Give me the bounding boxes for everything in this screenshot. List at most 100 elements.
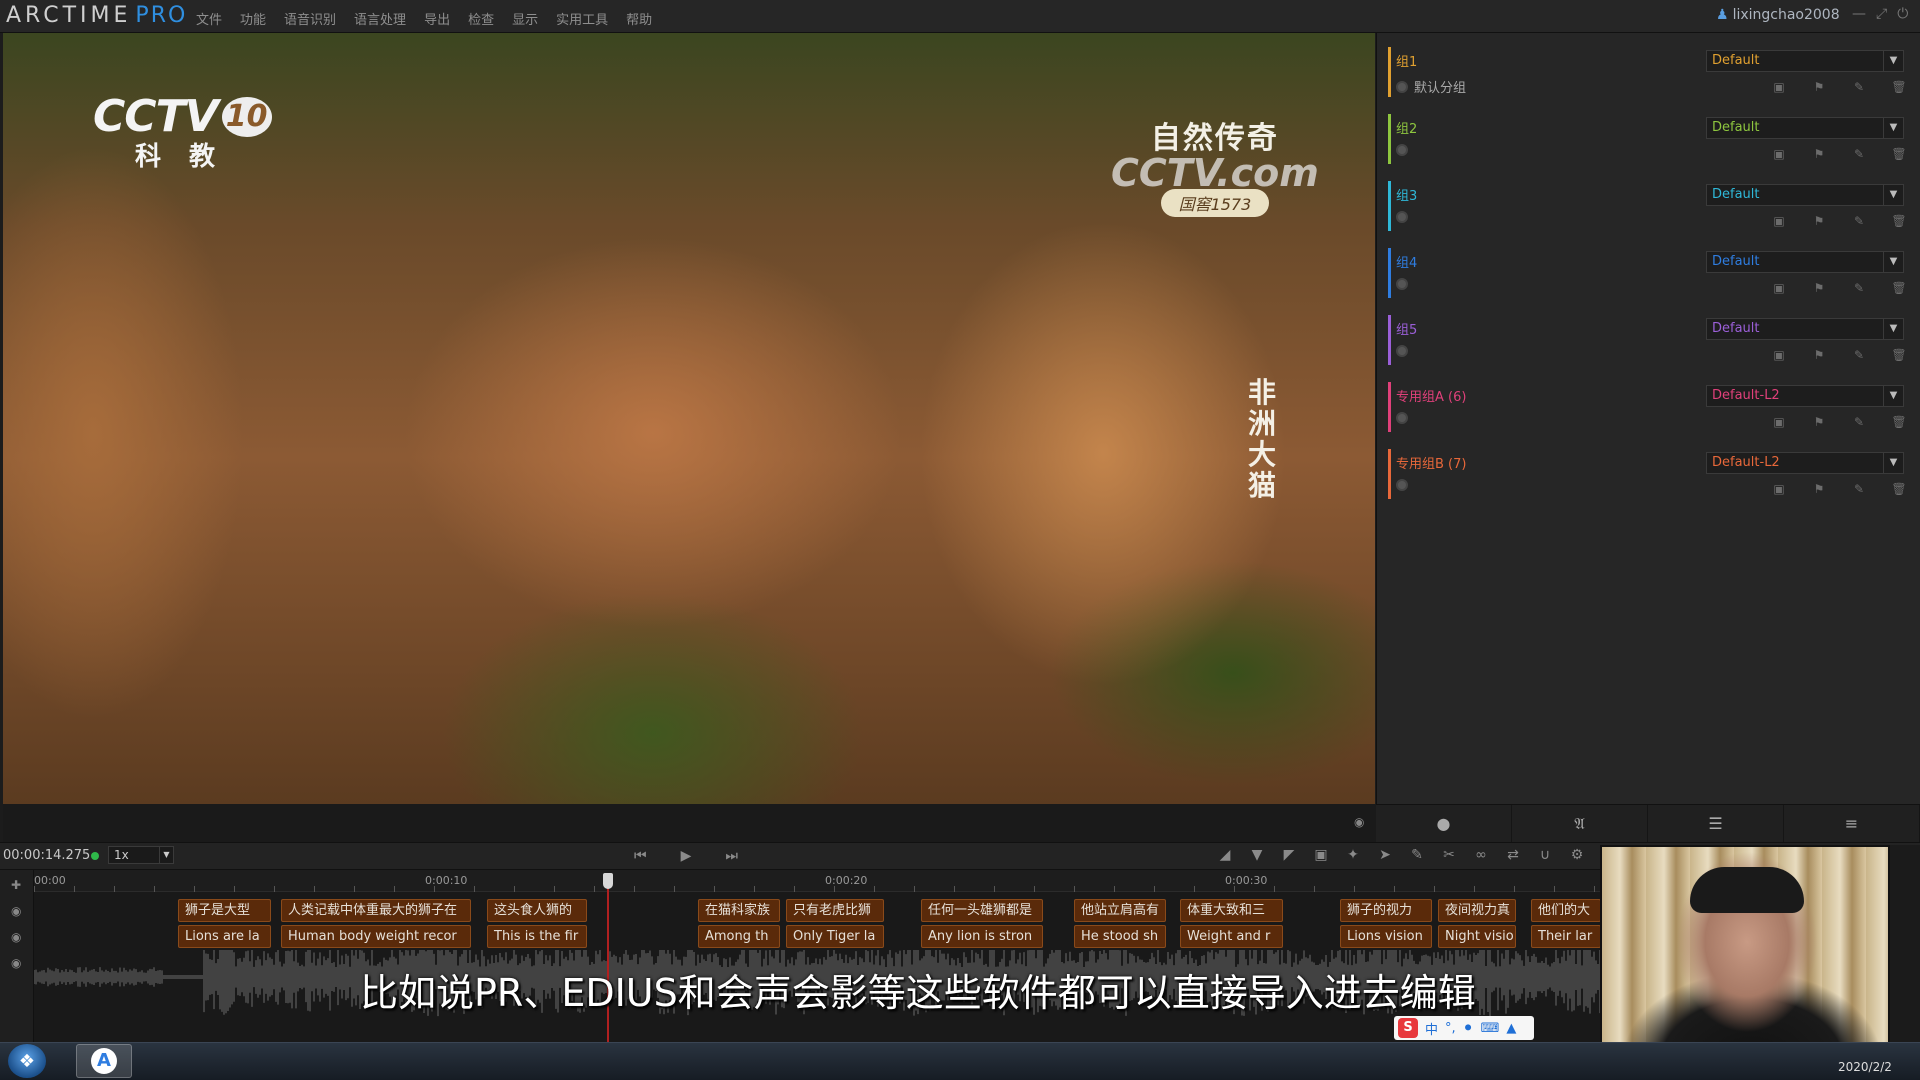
flag-icon[interactable]: ⚑ bbox=[1811, 348, 1827, 362]
mark-in-icon[interactable]: ◢ bbox=[1216, 847, 1234, 863]
group-default-option[interactable] bbox=[1396, 345, 1414, 357]
skip-back-icon[interactable]: ⏮ bbox=[634, 848, 647, 864]
subtitle-clip[interactable]: Any lion is stron bbox=[921, 925, 1043, 948]
frame-icon[interactable]: ▣ bbox=[1771, 348, 1787, 362]
subtitle-clip[interactable]: He stood sh bbox=[1074, 925, 1166, 948]
video-preview[interactable]: CCTV 10 科教 自然传奇 CCTV.com 国窖1573 非洲大猫 bbox=[3, 33, 1375, 804]
trash-icon[interactable]: 🗑 bbox=[1891, 80, 1907, 94]
edit-icon[interactable]: ✎ bbox=[1408, 847, 1426, 863]
subtitle-clip[interactable]: Lions vision bbox=[1340, 925, 1432, 948]
taskbar-arctime-app[interactable]: A bbox=[76, 1044, 132, 1078]
subtitle-clip[interactable]: Weight and r bbox=[1180, 925, 1283, 948]
user-account[interactable]: ♟ lixingchao2008 bbox=[1716, 7, 1840, 23]
playhead-handle[interactable] bbox=[603, 873, 613, 889]
group-style-select[interactable]: Default ▼ bbox=[1706, 50, 1904, 72]
trash-icon[interactable]: 🗑 bbox=[1891, 214, 1907, 228]
group-name[interactable]: 组3 bbox=[1396, 185, 1417, 204]
eraser-icon[interactable]: ✎ bbox=[1851, 214, 1867, 228]
menu-item-language-processing[interactable]: 语言处理 bbox=[354, 9, 406, 28]
playback-speed-select[interactable]: 1x ▼ bbox=[108, 846, 174, 864]
play-icon[interactable]: ▶ bbox=[681, 848, 692, 864]
radio-icon[interactable] bbox=[1396, 278, 1408, 290]
group-style-select[interactable]: Default-L2 ▼ bbox=[1706, 385, 1904, 407]
menu-item-display[interactable]: 显示 bbox=[512, 9, 538, 28]
flag-icon[interactable]: ⚑ bbox=[1811, 482, 1827, 496]
trash-icon[interactable]: 🗑 bbox=[1891, 147, 1907, 161]
ime-toolbar[interactable]: S 中 °, ⚫ ⌨ ▲ bbox=[1394, 1016, 1534, 1040]
group-style-select[interactable]: Default ▼ bbox=[1706, 318, 1904, 340]
flag-icon[interactable]: ⚑ bbox=[1811, 415, 1827, 429]
trash-icon[interactable]: 🗑 bbox=[1891, 415, 1907, 429]
swap-icon[interactable]: ⇄ bbox=[1504, 847, 1522, 863]
tab-list[interactable]: ☰ bbox=[1648, 805, 1784, 842]
menu-item-help[interactable]: 帮助 bbox=[626, 9, 652, 28]
camera-icon[interactable]: ▣ bbox=[1312, 847, 1330, 863]
radio-icon[interactable] bbox=[1396, 412, 1408, 424]
playhead[interactable] bbox=[607, 873, 609, 1043]
subtitle-clip[interactable]: 他站立肩高有 bbox=[1074, 899, 1166, 922]
eye-icon[interactable]: ◉ bbox=[1354, 815, 1364, 829]
mark-out-icon[interactable]: ◤ bbox=[1280, 847, 1298, 863]
radio-icon[interactable] bbox=[1396, 479, 1408, 491]
flag-icon[interactable]: ⚑ bbox=[1811, 147, 1827, 161]
subtitle-clip[interactable]: Their lar bbox=[1531, 925, 1601, 948]
power-icon[interactable]: ⏻ bbox=[1897, 6, 1908, 22]
eraser-icon[interactable]: ✎ bbox=[1851, 80, 1867, 94]
subtitle-clip[interactable]: Only Tiger la bbox=[786, 925, 884, 948]
track-1-eye-icon[interactable]: ◉ bbox=[11, 904, 21, 918]
group-style-select[interactable]: Default-L2 ▼ bbox=[1706, 452, 1904, 474]
flag-icon[interactable]: ⚑ bbox=[1811, 214, 1827, 228]
subtitle-clip[interactable]: Among th bbox=[698, 925, 780, 948]
menu-item-function[interactable]: 功能 bbox=[240, 9, 266, 28]
group-default-option[interactable] bbox=[1396, 278, 1414, 290]
group-default-option[interactable]: 默认分组 bbox=[1396, 77, 1466, 96]
link-icon[interactable]: ∞ bbox=[1472, 847, 1490, 863]
radio-icon[interactable] bbox=[1396, 144, 1408, 156]
menu-item-export[interactable]: 导出 bbox=[424, 9, 450, 28]
subtitle-clip[interactable]: Human body weight recor bbox=[281, 925, 471, 948]
eraser-icon[interactable]: ✎ bbox=[1851, 147, 1867, 161]
group-default-option[interactable] bbox=[1396, 412, 1414, 424]
menu-item-speech-recognition[interactable]: 语音识别 bbox=[284, 9, 336, 28]
wand-icon[interactable]: ✦ bbox=[1344, 847, 1362, 863]
eraser-icon[interactable]: ✎ bbox=[1851, 482, 1867, 496]
flag-icon[interactable]: ⚑ bbox=[1811, 80, 1827, 94]
group-style-select[interactable]: Default ▼ bbox=[1706, 251, 1904, 273]
tab-comments[interactable]: ● bbox=[1376, 805, 1512, 842]
group-name[interactable]: 专用组B (7) bbox=[1396, 453, 1466, 472]
add-track-icon[interactable]: ✚ bbox=[11, 878, 21, 892]
trash-icon[interactable]: 🗑 bbox=[1891, 281, 1907, 295]
trash-icon[interactable]: 🗑 bbox=[1891, 482, 1907, 496]
menu-item-utilities[interactable]: 实用工具 bbox=[556, 9, 608, 28]
frame-icon[interactable]: ▣ bbox=[1771, 281, 1787, 295]
menu-item-file[interactable]: 文件 bbox=[196, 9, 222, 28]
tab-styles[interactable]: 𝔄 bbox=[1512, 805, 1648, 842]
scissors-icon[interactable]: ✂ bbox=[1440, 847, 1458, 863]
subtitle-clip[interactable]: 他们的大 bbox=[1531, 899, 1601, 922]
group-default-option[interactable] bbox=[1396, 211, 1414, 223]
maximize-icon[interactable]: ⤢ bbox=[1876, 6, 1887, 22]
radio-icon[interactable] bbox=[1396, 345, 1408, 357]
group-default-option[interactable] bbox=[1396, 144, 1414, 156]
group-style-select[interactable]: Default ▼ bbox=[1706, 117, 1904, 139]
group-default-option[interactable] bbox=[1396, 479, 1414, 491]
frame-icon[interactable]: ▣ bbox=[1771, 482, 1787, 496]
group-name[interactable]: 专用组A (6) bbox=[1396, 386, 1466, 405]
flag-icon[interactable]: ⚑ bbox=[1811, 281, 1827, 295]
trash-icon[interactable]: 🗑 bbox=[1891, 348, 1907, 362]
radio-icon[interactable] bbox=[1396, 211, 1408, 223]
marker-down-icon[interactable]: ▼ bbox=[1248, 847, 1266, 863]
frame-icon[interactable]: ▣ bbox=[1771, 80, 1787, 94]
skip-forward-icon[interactable]: ⏭ bbox=[725, 848, 738, 864]
subtitle-clip[interactable]: 体重大致和三 bbox=[1180, 899, 1283, 922]
subtitle-clip[interactable]: 这头食人狮的 bbox=[487, 899, 587, 922]
minimize-icon[interactable]: — bbox=[1852, 6, 1866, 22]
group-style-select[interactable]: Default ▼ bbox=[1706, 184, 1904, 206]
start-button[interactable]: ❖ bbox=[8, 1044, 46, 1078]
radio-icon[interactable] bbox=[1396, 80, 1408, 93]
subtitle-clip[interactable]: 夜间视力真 bbox=[1438, 899, 1516, 922]
subtitle-clip[interactable]: 任何一头雄狮都是 bbox=[921, 899, 1043, 922]
menu-item-check[interactable]: 检查 bbox=[468, 9, 494, 28]
subtitle-clip[interactable]: 在猫科家族 bbox=[698, 899, 780, 922]
audio-eye-icon[interactable]: ◉ bbox=[11, 956, 21, 970]
